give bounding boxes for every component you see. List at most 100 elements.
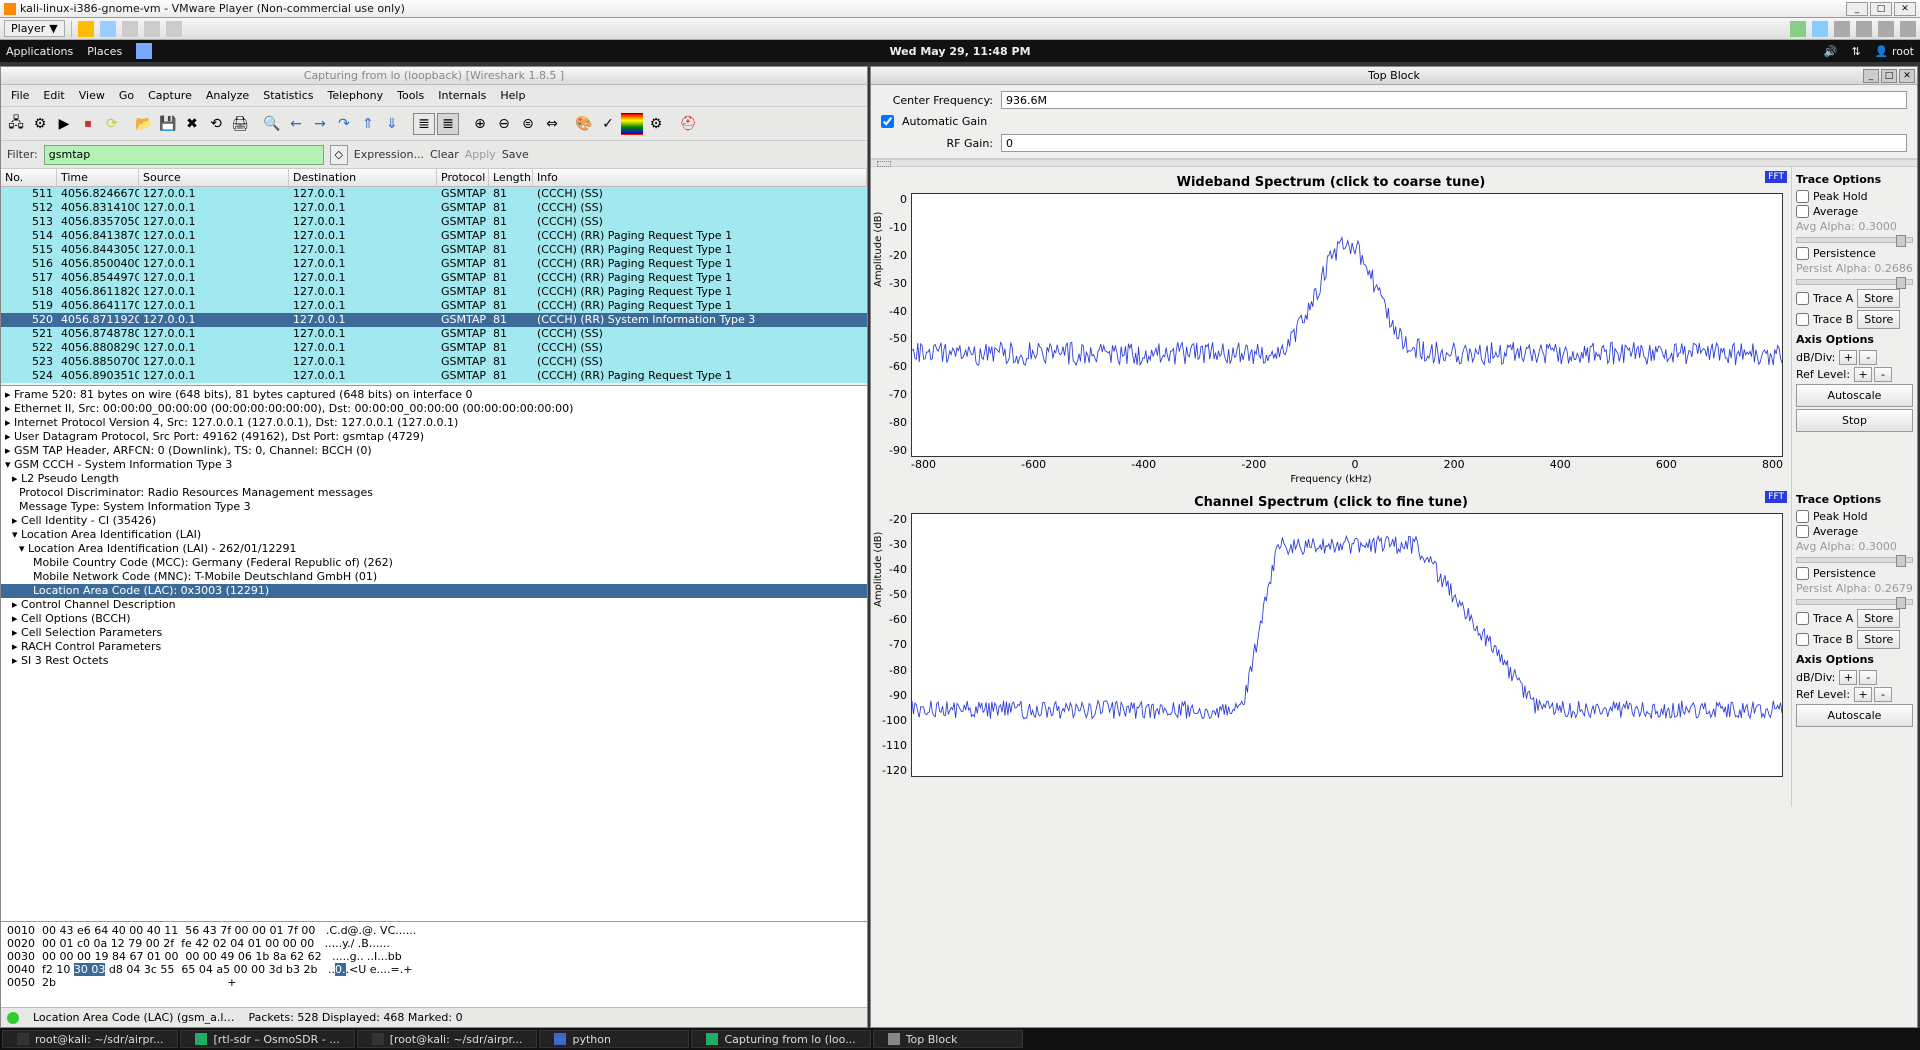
gnome-clock[interactable]: Wed May 29, 11:48 PM [889,45,1030,58]
autoscale-button[interactable]: Autoscale [1796,704,1913,727]
packet-row[interactable]: 5124056.83141000127.0.0.1127.0.0.1GSMTAP… [1,201,867,215]
col-no[interactable]: No. [1,169,57,186]
zoom-reset-icon[interactable]: ⊜ [517,113,539,135]
fft-button[interactable]: FFT [1765,171,1787,183]
taskbar-item[interactable]: [root@kali: ~/sdr/airpr... [357,1030,538,1048]
capture-stop-icon[interactable]: ⏹ [77,113,99,135]
hex-line[interactable]: 0010 00 43 e6 64 40 00 40 11 56 43 7f 00… [7,924,861,937]
filter-save-button[interactable]: Save [502,148,529,161]
vmware-min-button[interactable]: _ [1846,2,1868,16]
network-icon[interactable]: ⇅ [1852,45,1861,58]
store-b-button[interactable]: Store [1857,630,1900,649]
menu-statistics[interactable]: Statistics [257,87,319,104]
filter-dropdown-button[interactable]: ◇ [330,145,348,165]
vmware-device-icon[interactable] [1790,21,1806,37]
detail-line[interactable]: ▾ Location Area Identification (LAI) [1,528,867,542]
pane-splitter[interactable] [871,159,1917,167]
detail-line[interactable]: ▸ Internet Protocol Version 4, Src: 127.… [1,416,867,430]
peak-hold-checkbox[interactable]: Peak Hold [1796,190,1913,203]
find-icon[interactable]: 🔍 [261,113,283,135]
colorize-icon[interactable]: ≣ [413,113,435,135]
taskbar-item[interactable]: [rtl-sdr – OsmoSDR - ... [180,1030,354,1048]
go-to-icon[interactable]: ↷ [333,113,355,135]
col-info[interactable]: Info [533,169,867,186]
db-div-minus[interactable]: - [1859,350,1877,365]
display-filters-icon[interactable]: ✓ [597,113,619,135]
resize-columns-icon[interactable]: ⇔ [541,113,563,135]
packet-bytes-pane[interactable]: 0010 00 43 e6 64 40 00 40 11 56 43 7f 00… [1,921,867,1007]
close-file-icon[interactable]: ✖ [181,113,203,135]
packet-row[interactable]: 5114056.82466700127.0.0.1127.0.0.1GSMTAP… [1,187,867,201]
filter-input[interactable] [44,145,324,165]
detail-line[interactable]: ▸ Ethernet II, Src: 00:00:00_00:00:00 (0… [1,402,867,416]
detail-line[interactable]: ▸ GSM TAP Header, ARFCN: 0 (Downlink), T… [1,444,867,458]
capture-filters-icon[interactable]: 🎨 [573,113,595,135]
trace-a-checkbox[interactable]: Trace A [1796,292,1853,305]
packet-row[interactable]: 5144056.84138700127.0.0.1127.0.0.1GSMTAP… [1,229,867,243]
window-min-button[interactable]: _ [1863,69,1879,83]
print-icon[interactable]: 🖨 [229,113,251,135]
taskbar-item[interactable]: root@kali: ~/sdr/airpr... [2,1030,178,1048]
auto-scroll-icon[interactable]: ≣ [437,113,459,135]
vmware-close-button[interactable]: ✕ [1894,2,1916,16]
filter-clear-button[interactable]: Clear [430,148,459,161]
menu-internals[interactable]: Internals [432,87,492,104]
db-div-plus[interactable]: + [1839,350,1857,365]
packet-row[interactable]: 5184056.86118200127.0.0.1127.0.0.1GSMTAP… [1,285,867,299]
persistence-checkbox[interactable]: Persistence [1796,247,1913,260]
db-div-minus[interactable]: - [1859,670,1877,685]
auto-gain-checkbox[interactable] [881,115,894,128]
user-menu[interactable]: 👤 root [1875,45,1914,58]
center-freq-input[interactable] [1001,91,1907,109]
detail-line[interactable]: Location Area Code (LAC): 0x3003 (12291) [1,584,867,598]
stop-button[interactable]: Stop [1796,409,1913,432]
hex-line[interactable]: 0020 00 01 c0 0a 12 79 00 2f fe 42 02 04… [7,937,861,950]
window-max-button[interactable]: □ [1881,69,1897,83]
col-time[interactable]: Time [57,169,139,186]
avg-alpha-slider[interactable] [1796,557,1913,563]
packet-row[interactable]: 5174056.85449700127.0.0.1127.0.0.1GSMTAP… [1,271,867,285]
taskbar-item[interactable]: python [539,1030,689,1048]
ref-level-minus[interactable]: - [1874,367,1892,382]
persistence-checkbox[interactable]: Persistence [1796,567,1913,580]
packet-row[interactable]: 5204056.87119200127.0.0.1127.0.0.1GSMTAP… [1,313,867,327]
go-back-icon[interactable]: ← [285,113,307,135]
wideband-spectrum-plot[interactable]: Wideband Spectrum (click to coarse tune)… [871,167,1791,487]
store-b-button[interactable]: Store [1857,310,1900,329]
capture-restart-icon[interactable]: ⟳ [101,113,123,135]
packet-row[interactable]: 5214056.87487800127.0.0.1127.0.0.1GSMTAP… [1,327,867,341]
window-close-button[interactable]: ✕ [1899,69,1915,83]
packet-row[interactable]: 5244056.89035100127.0.0.1127.0.0.1GSMTAP… [1,369,867,383]
packet-row[interactable]: 5194056.86411700127.0.0.1127.0.0.1GSMTAP… [1,299,867,313]
persist-alpha-slider[interactable] [1796,279,1913,285]
db-div-plus[interactable]: + [1839,670,1857,685]
detail-line[interactable]: ▸ L2 Pseudo Length [1,472,867,486]
store-a-button[interactable]: Store [1857,609,1900,628]
filter-apply-button[interactable]: Apply [465,148,496,161]
trace-b-checkbox[interactable]: Trace B [1796,313,1853,326]
vmware-device-icon[interactable] [1900,21,1916,37]
detail-line[interactable]: ▸ Cell Options (BCCH) [1,612,867,626]
hex-line[interactable]: 0040 f2 10 30 03 d8 04 3c 55 65 04 a5 00… [7,963,861,976]
fft-button[interactable]: FFT [1765,491,1787,503]
packet-details-pane[interactable]: ▸ Frame 520: 81 bytes on wire (648 bits)… [1,385,867,921]
gnome-app-icon[interactable] [136,43,152,59]
vmware-player-menu[interactable]: Player▼ [4,20,65,37]
menu-tools[interactable]: Tools [391,87,430,104]
vmware-tool-icon[interactable] [144,21,160,37]
avg-alpha-slider[interactable] [1796,237,1913,243]
detail-line[interactable]: Mobile Network Code (MNC): T-Mobile Deut… [1,570,867,584]
channel-spectrum-plot[interactable]: Channel Spectrum (click to fine tune) FF… [871,487,1791,807]
persist-alpha-slider[interactable] [1796,599,1913,605]
capture-start-icon[interactable]: ▶ [53,113,75,135]
menu-edit[interactable]: Edit [37,87,70,104]
detail-line[interactable]: ▸ Cell Identity - CI (35426) [1,514,867,528]
go-first-icon[interactable]: ⇑ [357,113,379,135]
open-file-icon[interactable]: 📂 [133,113,155,135]
taskbar-item[interactable]: Top Block [873,1030,1023,1048]
detail-line[interactable]: ▸ SI 3 Rest Octets [1,654,867,668]
vmware-tool-icon[interactable] [100,21,116,37]
packet-row[interactable]: 5134056.83570500127.0.0.1127.0.0.1GSMTAP… [1,215,867,229]
detail-line[interactable]: Message Type: System Information Type 3 [1,500,867,514]
gnome-applications-menu[interactable]: Applications [6,45,73,58]
